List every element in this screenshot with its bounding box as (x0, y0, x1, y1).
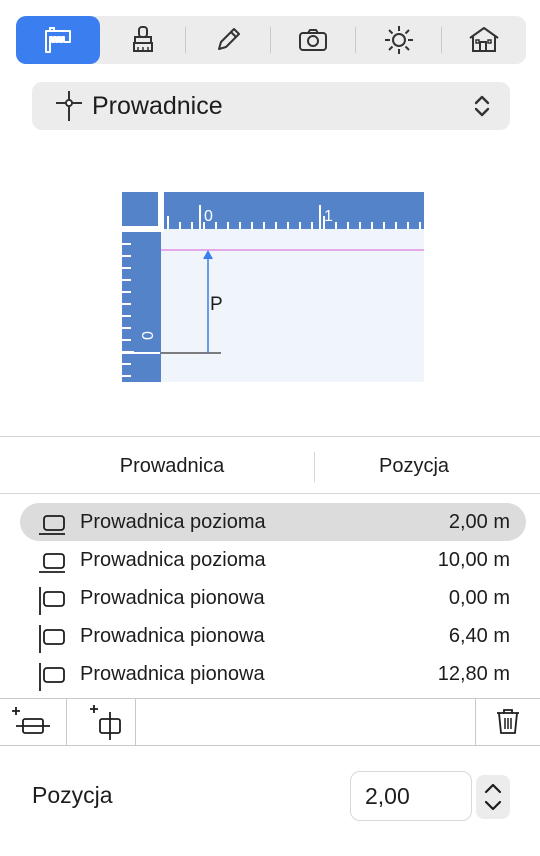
delete-guide-button[interactable] (476, 699, 540, 745)
house-icon (469, 27, 499, 52)
row-name: Prowadnica pionowa (80, 624, 265, 647)
horizontal-guide-icon (20, 503, 80, 541)
add-horizontal-guide-button[interactable] (0, 699, 66, 745)
table-row[interactable]: Prowadnica pionowa 6,40 m (20, 617, 526, 655)
column-header-position[interactable]: Pozycja (314, 455, 514, 478)
camera-icon (299, 29, 328, 51)
vertical-guide-icon (20, 579, 80, 617)
ruler-label-0: 0 (204, 208, 213, 225)
column-separator (314, 452, 315, 482)
position-stepper[interactable] (476, 775, 510, 819)
vertical-guide-icon (20, 617, 80, 655)
add-vertical-guide-icon (90, 705, 121, 740)
row-name: Prowadnica pionowa (80, 662, 265, 685)
ruler-label-1: 1 (324, 208, 333, 225)
table-row[interactable]: Prowadnica pionowa 12,80 m (20, 655, 526, 693)
guides-popup[interactable]: Prowadnice (32, 82, 510, 130)
ruler-left-label: 0 (140, 331, 157, 340)
list-action-bar (0, 698, 540, 746)
table-row[interactable]: Prowadnica pionowa 0,00 m (20, 579, 526, 617)
table-row[interactable]: Prowadnica pozioma 2,00 m (20, 503, 526, 541)
trash-icon (497, 709, 519, 734)
tab-draw[interactable] (186, 16, 270, 64)
guide-preview: 0 1 0 P (122, 192, 424, 382)
guides-list: Prowadnica pozioma 2,00 m Prowadnica poz… (20, 503, 526, 693)
pencil-icon (217, 28, 240, 50)
table-header: Prowadnica Pozycja (0, 438, 540, 494)
row-value: 0,00 m (448, 586, 510, 609)
tab-camera[interactable] (271, 16, 355, 64)
inspector-toolbar (16, 16, 526, 64)
row-value: 10,00 m (437, 548, 510, 571)
row-value: 12,80 m (437, 662, 510, 685)
sun-icon (384, 26, 413, 54)
tab-dimensions[interactable] (16, 16, 101, 64)
brush-icon (132, 26, 153, 52)
guide-letter: P (210, 294, 223, 315)
divider (0, 436, 540, 437)
horizontal-guide-icon (20, 541, 80, 579)
position-input[interactable] (350, 771, 472, 821)
row-value: 2,00 m (448, 510, 510, 533)
vertical-guide-icon (20, 655, 80, 693)
add-vertical-guide-button[interactable] (67, 699, 135, 745)
chevron-updown-icon (474, 95, 490, 117)
caliper-icon (45, 27, 72, 53)
column-header-guide[interactable]: Prowadnica (0, 455, 314, 478)
row-name: Prowadnica pionowa (80, 586, 265, 609)
guides-icon (56, 91, 82, 121)
tab-material[interactable] (100, 16, 184, 64)
add-horizontal-guide-icon (12, 707, 50, 734)
action-separator (135, 699, 136, 745)
tab-building[interactable] (442, 16, 526, 64)
stepper-arrows-icon (484, 783, 502, 811)
row-name: Prowadnica pozioma (80, 548, 266, 571)
tab-light[interactable] (356, 16, 440, 64)
row-value: 6,40 m (448, 624, 510, 647)
table-row[interactable]: Prowadnica pozioma 10,00 m (20, 541, 526, 579)
guides-popup-label: Prowadnice (92, 91, 223, 120)
position-label: Pozycja (32, 782, 113, 808)
row-name: Prowadnica pozioma (80, 510, 266, 533)
divider (0, 493, 540, 494)
